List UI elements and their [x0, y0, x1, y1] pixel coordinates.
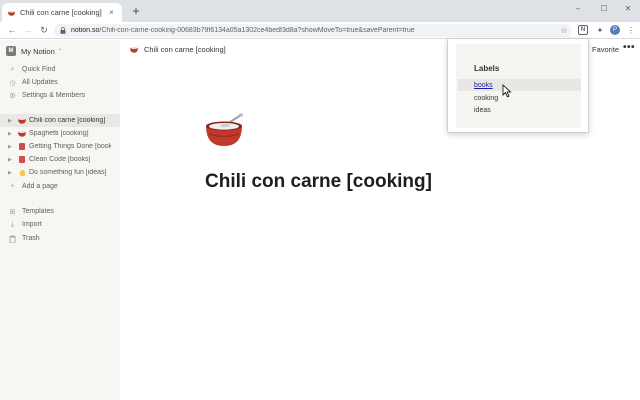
tab-close-icon[interactable]: × [107, 8, 116, 17]
sidebar-page-do-something-fun[interactable]: ▶ Do something fun [ideas] [0, 166, 120, 179]
sidebar-item-all-updates[interactable]: ◷ All Updates [0, 76, 120, 89]
label-text: ideas [474, 106, 491, 114]
sidebar-page-label: Clean Code [books] [29, 156, 91, 163]
sidebar-item-trash[interactable]: Trash [0, 232, 120, 245]
url-path: /Chili-con-carne-cooking-00683b79f6134a0… [99, 27, 415, 34]
workspace-name: My Notion [21, 46, 55, 56]
sidebar-item-label: Trash [22, 235, 40, 242]
mouse-cursor-icon [502, 84, 512, 98]
bowl-icon [130, 46, 138, 53]
sidebar-page-label: Do something fun [ideas] [29, 169, 107, 176]
label-item-books[interactable]: books [458, 79, 581, 91]
sidebar-item-settings[interactable]: ⚙ Settings & Members [0, 89, 120, 102]
chevron-updown-icon: ⌃ [57, 48, 63, 55]
workspace-switcher[interactable]: M My Notion ⌃ [6, 44, 63, 58]
bowl-favicon-icon [8, 10, 15, 16]
tab-title: Chili con carne [cooking] [20, 8, 102, 17]
browser-menu-icon[interactable]: ⋮ [625, 24, 637, 36]
labels-title: Labels [474, 64, 500, 73]
maximize-icon[interactable]: ☐ [592, 2, 616, 16]
expand-arrow-icon[interactable]: ▶ [8, 118, 16, 124]
book-icon [18, 156, 26, 164]
notion-extension-icon[interactable]: N [578, 25, 588, 35]
labels-panel: Labels books cooking ideas [456, 44, 581, 128]
window-close-icon[interactable]: ✕ [616, 2, 640, 16]
bookmark-star-icon[interactable]: ☆ [558, 24, 570, 36]
extensions-puzzle-icon[interactable]: ✦ [594, 24, 606, 36]
more-options-icon[interactable]: ••• [623, 42, 635, 53]
page-title[interactable]: Chili con carne [cooking] [205, 171, 432, 193]
page-emoji-bowl-icon[interactable] [205, 112, 244, 146]
sidebar: M My Notion ⌃ ⌕ Quick Find ◷ All Updates… [0, 40, 120, 400]
sidebar-item-label: All Updates [22, 79, 58, 86]
sidebar-page-spaghetti[interactable]: ▶ Spaghetti [cooking] [0, 127, 120, 140]
url-text: notion.so/Chili-con-carne-cooking-00683b… [71, 27, 415, 34]
import-icon: ⤓ [10, 220, 15, 228]
favorite-button[interactable]: Favorite [592, 45, 619, 54]
tab-strip: Chili con carne [cooking] × + – ☐ ✕ [0, 0, 640, 22]
sidebar-page-chili-con-carne[interactable]: ▶ Chili con carne [cooking] [0, 114, 120, 127]
templates-icon: ⊞ [9, 208, 16, 216]
breadcrumb[interactable]: Chili con carne [cooking] [130, 45, 226, 54]
bowl-icon [18, 130, 26, 138]
add-page-button[interactable]: + Add a page [0, 180, 120, 193]
label-text: books [474, 81, 493, 89]
expand-arrow-icon[interactable]: ▶ [8, 157, 16, 163]
sidebar-item-label: Quick Find [22, 66, 56, 73]
clock-icon: ◷ [9, 79, 16, 87]
workspace-logo: M [6, 46, 16, 56]
browser-toolbar: ← → ↻ notion.so/Chili-con-carne-cooking-… [0, 22, 640, 39]
forward-icon[interactable]: → [22, 24, 34, 36]
sidebar-item-label: Settings & Members [22, 92, 86, 99]
sidebar-item-templates[interactable]: ⊞ Templates [0, 205, 120, 218]
add-page-label: Add a page [22, 183, 58, 190]
sidebar-page-getting-things-done[interactable]: ▶ Getting Things Done [books] [0, 140, 120, 153]
sidebar-page-clean-code[interactable]: ▶ Clean Code [books] [0, 153, 120, 166]
address-bar[interactable]: notion.so/Chili-con-carne-cooking-00683b… [54, 24, 572, 37]
trash-icon [8, 234, 17, 243]
label-item-ideas[interactable]: ideas [458, 104, 581, 116]
new-tab-button[interactable]: + [130, 5, 142, 17]
reload-icon[interactable]: ↻ [38, 24, 50, 36]
labels-popup: Labels books cooking ideas [447, 38, 589, 133]
sidebar-item-label: Templates [22, 208, 54, 215]
sidebar-item-import[interactable]: ⤓ Import [0, 218, 120, 231]
sidebar-item-label: Import [22, 221, 42, 228]
gear-icon: ⚙ [9, 92, 16, 100]
url-host: notion.so [71, 27, 100, 34]
breadcrumb-label: Chili con carne [cooking] [144, 45, 226, 54]
sidebar-page-label: Spaghetti [cooking] [29, 130, 89, 137]
sidebar-page-label: Chili con carne [cooking] [29, 117, 106, 124]
bowl-icon [18, 117, 26, 125]
search-icon: ⌕ [10, 65, 15, 73]
expand-arrow-icon[interactable]: ▶ [8, 131, 16, 137]
lock-icon [60, 27, 66, 34]
minimize-icon[interactable]: – [566, 2, 590, 16]
book-icon [18, 143, 26, 151]
lightbulb-icon [18, 169, 26, 177]
sidebar-item-quick-find[interactable]: ⌕ Quick Find [0, 63, 120, 76]
sidebar-page-label: Getting Things Done [books] [29, 143, 111, 150]
back-icon[interactable]: ← [6, 24, 18, 36]
profile-avatar[interactable]: P [610, 25, 620, 35]
browser-tab-active[interactable]: Chili con carne [cooking] × [2, 3, 122, 22]
plus-icon: + [10, 183, 15, 190]
label-item-cooking[interactable]: cooking [458, 92, 581, 104]
expand-arrow-icon[interactable]: ▶ [8, 170, 16, 176]
label-text: cooking [474, 94, 499, 102]
expand-arrow-icon[interactable]: ▶ [8, 144, 16, 150]
